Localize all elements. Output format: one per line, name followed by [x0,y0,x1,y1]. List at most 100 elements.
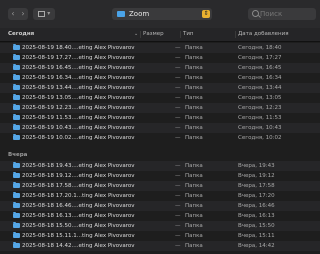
search-icon [252,10,259,17]
item-size: — [175,105,181,111]
list-item[interactable]: 2025-08-18 19.12....eting Alex Pivovarov… [0,171,320,181]
list-item[interactable]: 2025-08-18 16.13....eting Alex Pivovarov… [0,211,320,221]
list-item[interactable]: 2025-08-18 14.42....eting Alex Pivovarov… [0,241,320,251]
item-date-added: Вчера, 16:13 [238,213,275,219]
item-name: 2025-08-18 17.58....eting Alex Pivovarov [22,183,135,189]
item-date-added: Вчера, 17:20 [238,193,275,199]
folder-icon [13,64,20,70]
item-size: — [175,203,181,209]
item-size: — [175,173,181,179]
item-date-added: Сегодня, 16:34 [238,75,282,81]
item-size: — [175,243,181,249]
folder-icon [13,232,20,238]
item-kind: Папка [185,135,203,141]
folder-icon [13,134,20,140]
item-kind: Папка [185,173,203,179]
list-item[interactable]: 2025-08-19 13.05....eting Alex Pivovarov… [0,93,320,103]
item-size: — [175,45,181,51]
list-item[interactable]: 2025-08-19 10.43....eting Alex Pivovarov… [0,123,320,133]
list-item[interactable]: 2025-08-18 17.20.1...ting Alex Pivovarov… [0,191,320,201]
location-name: Zoom [129,10,150,18]
list-item[interactable]: 2025-08-19 13.44....eting Alex Pivovarov… [0,83,320,93]
item-name: 2025-08-18 19.12....eting Alex Pivovarov [22,173,135,179]
folder-icon [13,104,20,110]
item-kind: Папка [185,243,203,249]
item-name: 2025-08-19 10.43....eting Alex Pivovarov [22,125,135,131]
list-item[interactable]: 2025-08-19 18.40....eting Alex Pivovarov… [0,43,320,53]
list-item[interactable]: 2025-08-18 15.50....eting Alex Pivovarov… [0,221,320,231]
item-name: 2025-08-19 12.23....eting Alex Pivovarov [22,105,135,111]
folder-icon [13,212,20,218]
item-date-added: Вчера, 16:46 [238,203,275,209]
list-item[interactable]: 2025-08-19 16.45....eting Alex Pivovarov… [0,63,320,73]
item-kind: Папка [185,213,203,219]
item-date-added: Сегодня, 13:44 [238,85,282,91]
location-popup[interactable]: Zoom ⇕ [112,8,212,20]
item-name: 2025-08-19 13.44....eting Alex Pivovarov [22,85,135,91]
sort-chevron-icon: ⌄ [134,31,139,37]
item-date-added: Вчера, 15:50 [238,223,275,229]
item-date-added: Сегодня, 12:23 [238,105,282,111]
search-field[interactable] [248,8,316,20]
folder-icon [13,74,20,80]
item-size: — [175,95,181,101]
item-kind: Папка [185,55,203,61]
list-item[interactable]: 2025-08-18 15.11.1...ting Alex Pivovarov… [0,231,320,241]
column-size[interactable]: Размер [143,28,164,41]
item-name: 2025-08-18 14.42....eting Alex Pivovarov [22,243,135,249]
item-kind: Папка [185,193,203,199]
item-kind: Папка [185,85,203,91]
item-kind: Папка [185,95,203,101]
view-options-button[interactable]: ▾ [33,8,55,20]
folder-icon [13,182,20,188]
list-item[interactable]: 2025-08-19 12.23....eting Alex Pivovarov… [0,103,320,113]
item-kind: Папка [185,65,203,71]
back-button[interactable]: ‹ [8,8,18,20]
item-name: 2025-08-19 11.53....eting Alex Pivovarov [22,115,135,121]
column-header: Сегодня ⌄ Размер Тип Дата добавления [0,28,320,42]
item-name: 2025-08-19 16.34....eting Alex Pivovarov [22,75,135,81]
item-date-added: Вчера, 19:43 [238,163,275,169]
list-item[interactable]: 2025-08-18 16.46....eting Alex Pivovarov… [0,201,320,211]
item-date-added: Вчера, 19:12 [238,173,275,179]
folder-icon [13,222,20,228]
item-name: 2025-08-19 13.05....eting Alex Pivovarov [22,95,135,101]
list-item[interactable]: 2025-08-18 17.58....eting Alex Pivovarov… [0,181,320,191]
folder-icon [13,162,20,168]
search-input[interactable] [260,8,314,20]
column-divider[interactable] [140,31,141,38]
folder-icon [13,242,20,248]
toolbar: ‹ › ▾ Zoom ⇕ [0,0,320,29]
list-item[interactable]: 2025-08-19 17.27....eting Alex Pivovarov… [0,53,320,63]
item-size: — [175,233,181,239]
item-kind: Папка [185,75,203,81]
list-item[interactable]: 2025-08-18 19.43....eting Alex Pivovarov… [0,161,320,171]
list-item[interactable]: 2025-08-19 16.34....eting Alex Pivovarov… [0,73,320,83]
item-size: — [175,125,181,131]
item-date-added: Вчера, 14:42 [238,243,275,249]
folder-icon [117,11,125,17]
item-kind: Папка [185,183,203,189]
item-name: 2025-08-18 15.50....eting Alex Pivovarov [22,223,135,229]
item-kind: Папка [185,125,203,131]
column-divider[interactable] [235,31,236,38]
item-date-added: Сегодня, 10:02 [238,135,282,141]
folder-icon [13,192,20,198]
item-kind: Папка [185,105,203,111]
list-item[interactable]: 2025-08-19 10.02....eting Alex Pivovarov… [0,133,320,143]
forward-button[interactable]: › [18,8,28,20]
column-kind[interactable]: Тип [183,28,194,41]
item-size: — [175,135,181,141]
item-name: 2025-08-18 16.46....eting Alex Pivovarov [22,203,135,209]
item-date-added: Вчера, 15:11 [238,233,275,239]
column-divider[interactable] [180,31,181,38]
chevron-updown-icon[interactable]: ⇕ [202,10,210,18]
item-size: — [175,163,181,169]
list-item[interactable]: 2025-08-19 11.53....eting Alex Pivovarov… [0,113,320,123]
column-name[interactable]: Сегодня [8,28,34,41]
column-date-added[interactable]: Дата добавления [238,28,289,41]
folder-icon [13,114,20,120]
item-size: — [175,85,181,91]
item-kind: Папка [185,45,203,51]
folder-icon [13,54,20,60]
